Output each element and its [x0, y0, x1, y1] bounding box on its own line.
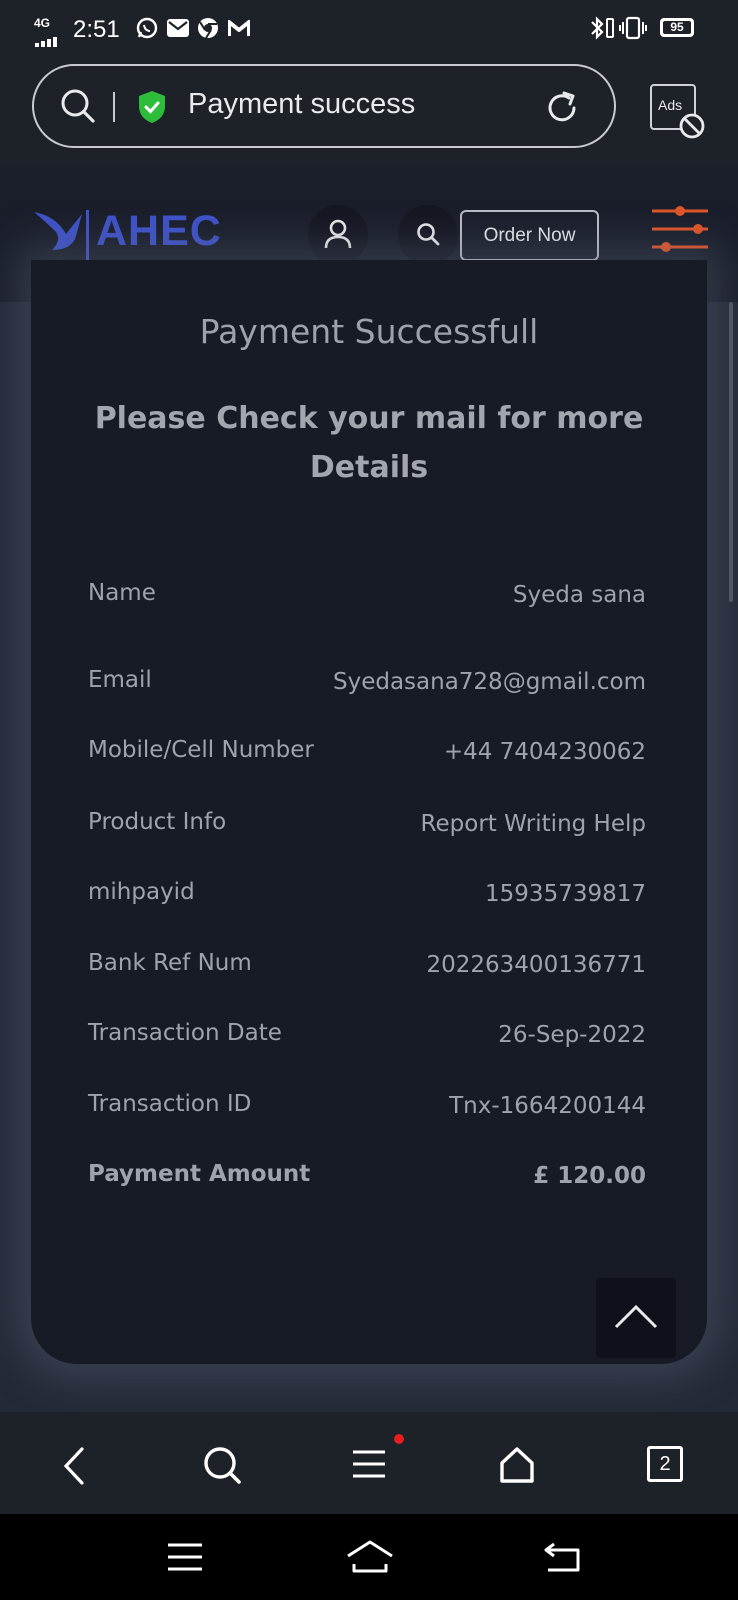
page-scrollbar[interactable] — [729, 302, 733, 602]
battery-icon: 95 — [660, 18, 694, 37]
mobile-label: Mobile/Cell Number — [88, 737, 314, 763]
divider — [113, 92, 115, 122]
transaction-id-value: Tnx-1664200144 — [449, 1093, 646, 1119]
email-label: Email — [88, 667, 152, 693]
browser-bottom-nav: 2 — [0, 1412, 738, 1514]
user-icon — [324, 219, 352, 253]
vibrate-icon — [619, 16, 647, 44]
logo-divider — [86, 210, 89, 262]
network-type: 4G — [34, 16, 51, 30]
menu-sliders-icon[interactable] — [650, 206, 710, 256]
back-icon[interactable] — [60, 1446, 88, 1486]
system-nav-bar — [0, 1514, 738, 1600]
mail-icon — [167, 19, 189, 41]
battery-saver-icon — [606, 18, 614, 42]
transaction-id-label: Transaction ID — [88, 1091, 252, 1117]
mihpayid-value: 15935739817 — [485, 881, 646, 907]
notification-dot — [394, 1434, 404, 1444]
block-icon — [679, 113, 705, 143]
product-info-value: Report Writing Help — [420, 811, 646, 837]
payment-amount-value: £ 120.00 — [533, 1163, 646, 1189]
gmail-m-icon — [227, 19, 251, 41]
clock: 2:51 — [73, 16, 120, 43]
home-icon[interactable] — [346, 1540, 394, 1574]
chevron-up-icon — [614, 1304, 658, 1334]
bank-ref-label: Bank Ref Num — [88, 950, 252, 976]
logo-bird-icon[interactable] — [32, 210, 90, 256]
order-now-button[interactable]: Order Now — [460, 210, 599, 261]
address-bar[interactable]: Payment success — [32, 64, 616, 148]
scroll-to-top-button[interactable] — [596, 1278, 676, 1358]
recent-apps-icon[interactable] — [167, 1543, 203, 1571]
back-icon[interactable] — [544, 1540, 580, 1572]
site-logo[interactable]: AHEC — [96, 207, 222, 256]
secure-shield-icon — [138, 90, 166, 128]
account-button[interactable] — [308, 205, 368, 265]
payment-card: Payment Successfull Please Check your ma… — [31, 260, 707, 1364]
signal-icon — [35, 32, 67, 51]
browser-toolbar: Payment success Ads — [0, 58, 738, 166]
whatsapp-icon — [136, 17, 158, 43]
email-value: Syedasana728@gmail.com — [332, 669, 646, 695]
tabs-button[interactable]: 2 — [647, 1446, 683, 1482]
site-search-button[interactable] — [398, 205, 458, 265]
name-value: Syeda sana — [512, 582, 646, 608]
product-info-label: Product Info — [88, 809, 227, 835]
search-icon[interactable] — [202, 1445, 242, 1485]
page-title: Payment success — [188, 88, 416, 120]
name-label: Name — [88, 580, 156, 606]
reload-icon[interactable] — [544, 90, 580, 130]
menu-icon[interactable] — [352, 1449, 386, 1479]
bluetooth-icon — [590, 16, 604, 44]
payment-amount-label: Payment Amount — [88, 1161, 311, 1187]
status-bar: 4G 2:51 95 — [0, 0, 738, 58]
card-title: Payment Successfull — [199, 312, 539, 351]
chrome-icon — [197, 17, 219, 43]
battery-level: 95 — [663, 21, 691, 34]
card-subtitle: Please Check your mail for more Details — [94, 401, 644, 485]
transaction-date-label: Transaction Date — [88, 1020, 282, 1046]
mihpayid-label: mihpayid — [88, 879, 195, 905]
search-icon — [60, 88, 96, 128]
transaction-date-value: 26-Sep-2022 — [498, 1022, 646, 1048]
home-icon[interactable] — [499, 1446, 535, 1484]
bank-ref-value: 202263400136771 — [426, 952, 647, 978]
mobile-value: +44 7404230062 — [443, 739, 646, 765]
ads-label: Ads — [658, 97, 683, 113]
search-icon — [416, 222, 440, 250]
